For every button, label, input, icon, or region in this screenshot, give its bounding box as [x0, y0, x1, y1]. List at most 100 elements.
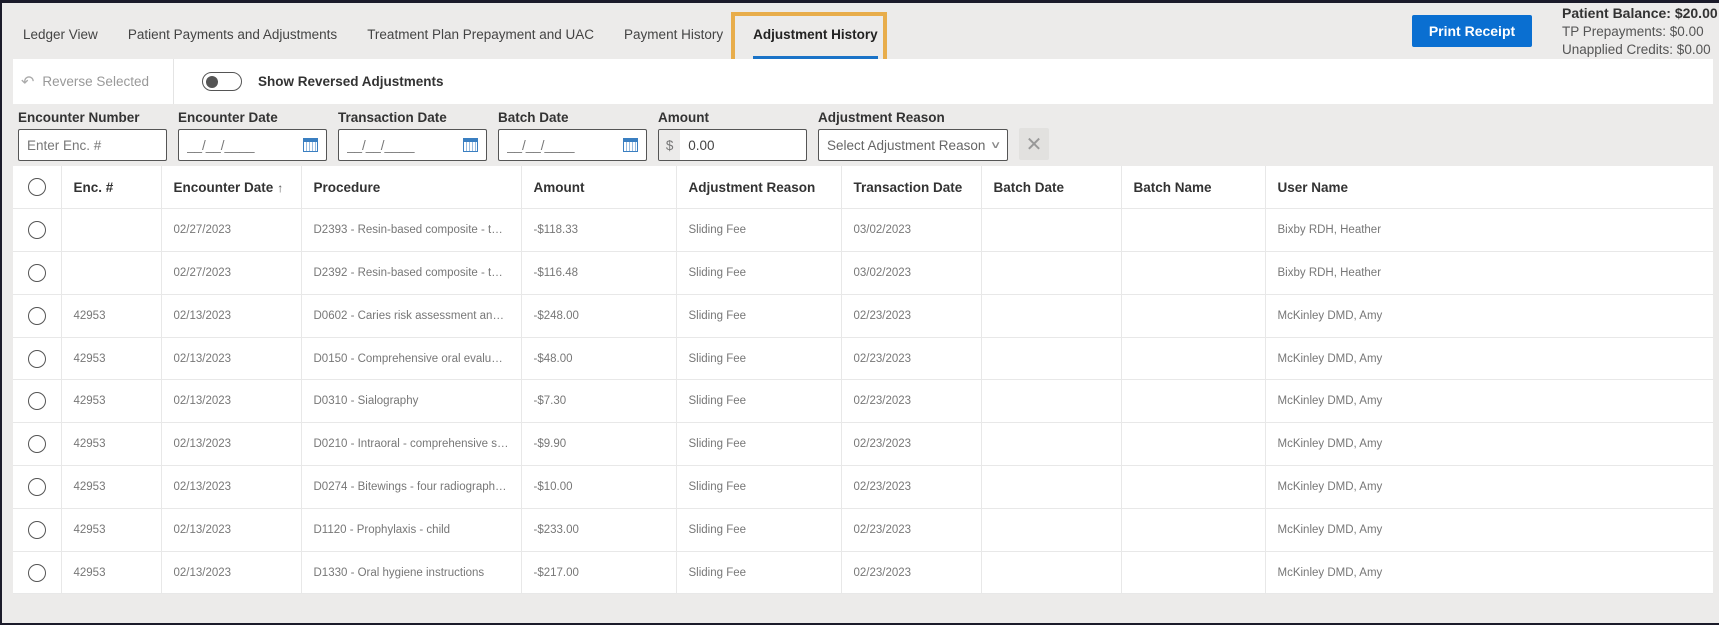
patient-balance-label: Patient Balance:	[1562, 5, 1671, 21]
cell-transaction-date: 02/23/2023	[841, 508, 982, 552]
table-row[interactable]: 42953 02/13/2023 D0602 - Caries risk asses…	[13, 294, 1713, 338]
amount-input[interactable]	[680, 137, 806, 153]
row-select-radio[interactable]	[27, 392, 46, 411]
cell-batch-date	[981, 294, 1122, 338]
row-select-radio[interactable]	[27, 563, 46, 582]
row-select-radio[interactable]	[27, 477, 46, 496]
table-row[interactable]: 42953 02/13/2023 D1330 - Oral hygiene inst…	[13, 551, 1713, 595]
column-header-label: Amount	[533, 179, 585, 195]
row-select-radio[interactable]	[27, 221, 46, 240]
column-header-batch-date[interactable]: Batch Date	[981, 166, 1122, 210]
table-row[interactable]: 42953 02/13/2023 D0310 - Sialography -$7.30…	[13, 379, 1713, 424]
cell-amount: -$10.00	[521, 465, 677, 509]
cell-transaction-date: 03/02/2023	[841, 208, 982, 253]
tab-payment-history[interactable]: Payment History	[613, 13, 734, 59]
cell-select	[13, 551, 62, 595]
row-select-radio[interactable]	[27, 263, 46, 282]
select-all-radio[interactable]	[27, 178, 46, 197]
cell-user-name: McKinley DMD, Amy	[1265, 379, 1713, 424]
column-header-encounter-date[interactable]: Encounter Date ↑	[161, 166, 302, 210]
filter-amount: Amount $	[658, 104, 807, 161]
show-reversed-toggle[interactable]	[202, 72, 242, 91]
calendar-icon[interactable]	[463, 138, 478, 152]
tab-patient-payments-and-adjustments[interactable]: Patient Payments and Adjustments	[117, 13, 348, 59]
cell-batch-name	[1121, 465, 1266, 509]
cell-adjustment-reason: Sliding Fee	[676, 422, 842, 467]
show-reversed-label: Show Reversed Adjustments	[258, 74, 444, 89]
reverse-selected-button[interactable]: ↶ Reverse Selected	[13, 59, 174, 104]
encounter-date-field-box	[178, 129, 327, 161]
column-header-procedure[interactable]: Procedure	[301, 166, 522, 210]
batch-date-label: Batch Date	[498, 110, 569, 125]
table-row[interactable]: 42953 02/13/2023 D0210 - Intraoral - compr…	[13, 422, 1713, 467]
cell-adjustment-reason: Sliding Fee	[676, 208, 842, 253]
cell-procedure: D0602 - Caries risk assessment and d…	[301, 294, 522, 338]
column-header-transaction-date[interactable]: Transaction Date	[841, 166, 982, 210]
cell-amount: -$248.00	[521, 294, 677, 338]
column-header-adjustment-reason[interactable]: Adjustment Reason	[676, 166, 842, 210]
cell-batch-date	[981, 508, 1122, 552]
cell-adjustment-reason: Sliding Fee	[676, 294, 842, 338]
row-select-radio[interactable]	[27, 520, 46, 539]
row-select-radio[interactable]	[27, 349, 46, 368]
tab-adjustment-history[interactable]: Adjustment History	[742, 13, 889, 59]
cell-procedure: D0274 - Bitewings - four radiographic …	[301, 465, 522, 509]
batch-date-field-box	[498, 129, 647, 161]
cell-batch-name	[1121, 379, 1266, 424]
cell-adjustment-reason: Sliding Fee	[676, 337, 842, 381]
cell-procedure: D0210 - Intraoral - comprehensive ser…	[301, 422, 522, 467]
encounter-date-input[interactable]	[187, 137, 303, 153]
column-header-user-name[interactable]: User Name	[1265, 166, 1713, 210]
print-receipt-button[interactable]: Print Receipt	[1412, 15, 1532, 47]
cell-transaction-date: 02/23/2023	[841, 337, 982, 381]
filter-encounter-date: Encounter Date	[178, 104, 327, 161]
table-row[interactable]: 42953 02/13/2023 D1120 - Prophylaxis - chi…	[13, 508, 1713, 552]
table-row[interactable]: 42953 02/13/2023 D0150 - Comprehensive ora…	[13, 337, 1713, 381]
cell-user-name: McKinley DMD, Amy	[1265, 294, 1713, 338]
cell-batch-name	[1121, 251, 1266, 295]
cell-procedure: D0310 - Sialography	[301, 379, 522, 424]
cell-select	[13, 422, 62, 467]
column-header-amount[interactable]: Amount	[521, 166, 677, 210]
sort-ascending-icon: ↑	[277, 180, 284, 195]
tp-prepayments: TP Prepayments: $0.00	[1562, 23, 1704, 39]
cell-user-name: Bixby RDH, Heather	[1265, 251, 1713, 295]
cell-select	[13, 465, 62, 509]
tab-treatment-plan-prepayment-and-uac[interactable]: Treatment Plan Prepayment and UAC	[356, 13, 605, 59]
row-select-radio[interactable]	[27, 306, 46, 325]
reverse-selected-label: Reverse Selected	[42, 74, 149, 89]
cell-enc: 42953	[61, 294, 162, 338]
cell-enc: 42953	[61, 465, 162, 509]
column-header-label: Batch Date	[993, 179, 1065, 195]
transaction-date-input[interactable]	[347, 137, 463, 153]
table-row[interactable]: 42953 02/13/2023 D0274 - Bitewings - four …	[13, 465, 1713, 509]
column-header-label: Encounter Date	[173, 179, 274, 195]
row-select-radio[interactable]	[27, 435, 46, 454]
calendar-icon[interactable]	[623, 138, 638, 152]
column-header-batch-name[interactable]: Batch Name	[1121, 166, 1266, 210]
cell-adjustment-reason: Sliding Fee	[676, 508, 842, 552]
cell-user-name: McKinley DMD, Amy	[1265, 422, 1713, 467]
column-header-enc[interactable]: Enc. #	[61, 166, 162, 210]
calendar-icon[interactable]	[303, 138, 318, 152]
cell-procedure: D2392 - Resin-based composite - two …	[301, 251, 522, 295]
cell-encounter-date: 02/13/2023	[161, 551, 302, 595]
cell-select	[13, 508, 62, 552]
cell-adjustment-reason: Sliding Fee	[676, 551, 842, 595]
encounter-number-input[interactable]	[27, 137, 158, 153]
cell-encounter-date: 02/27/2023	[161, 208, 302, 253]
batch-date-input[interactable]	[507, 137, 623, 153]
tab-ledger-view[interactable]: Ledger View	[12, 13, 109, 59]
cell-batch-name	[1121, 208, 1266, 253]
app-window: Ledger View Patient Payments and Adjustm…	[0, 0, 1719, 625]
table-row[interactable]: 02/27/2023 D2393 - Resin-based composite …	[13, 208, 1713, 253]
cell-amount: -$217.00	[521, 551, 677, 595]
table-row[interactable]: 02/27/2023 D2392 - Resin-based composite …	[13, 251, 1713, 295]
column-header-label: Batch Name	[1133, 179, 1212, 195]
column-header-label: Enc. #	[73, 179, 114, 195]
adjustment-reason-select[interactable]: Select Adjustment Reason ∨	[818, 129, 1008, 161]
cell-adjustment-reason: Sliding Fee	[676, 379, 842, 424]
cell-select	[13, 208, 62, 253]
clear-filters-button[interactable]: ✕	[1019, 128, 1049, 160]
cell-transaction-date: 02/23/2023	[841, 422, 982, 467]
